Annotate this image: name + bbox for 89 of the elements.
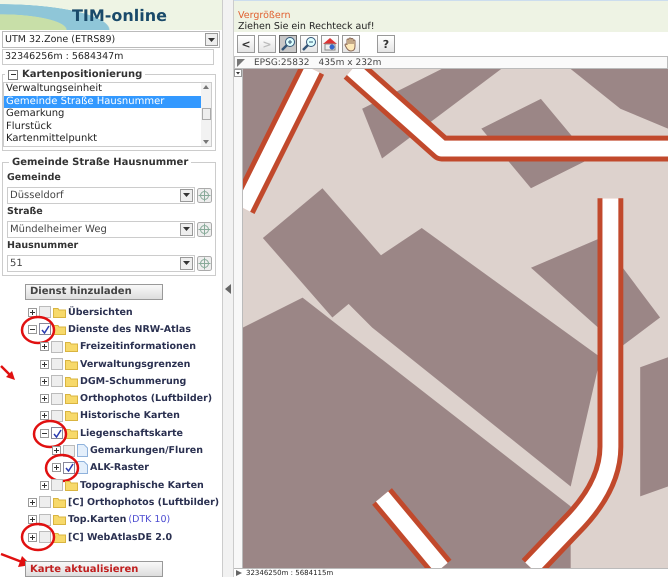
layer-checkbox[interactable]: [51, 358, 63, 370]
expander-icon[interactable]: [40, 376, 49, 386]
app-title: TIM-online: [72, 6, 167, 24]
layer-checkbox[interactable]: [39, 531, 51, 543]
expander-icon[interactable]: [28, 308, 37, 317]
layer-checkbox[interactable]: [39, 323, 51, 336]
folder-icon: [53, 306, 66, 318]
layer-checkbox[interactable]: [51, 410, 63, 422]
address-select[interactable]: Düsseldorf: [7, 186, 195, 204]
layer-label[interactable]: ALK-Raster: [90, 462, 149, 474]
expander-icon[interactable]: [40, 480, 49, 490]
collapse-arrow-icon[interactable]: [225, 284, 231, 294]
expander-icon[interactable]: [40, 411, 49, 420]
home-icon[interactable]: [321, 35, 339, 53]
panel-title: Gemeinde Straße Hausnummer: [12, 156, 188, 168]
expander-icon[interactable]: [28, 515, 37, 524]
collapse-icon[interactable]: [8, 70, 18, 80]
layer-checkbox[interactable]: [39, 306, 51, 318]
field-label: Straße: [7, 206, 44, 218]
expander-icon[interactable]: [40, 394, 49, 404]
layer-checkbox[interactable]: [51, 375, 63, 388]
layer-label[interactable]: Topographische Karten: [80, 480, 204, 491]
list-item[interactable]: Flurstück: [4, 120, 201, 133]
layer-label[interactable]: Top.Karten: [68, 514, 126, 526]
folder-icon: [65, 376, 78, 387]
layer-label[interactable]: Freizeitinformationen: [80, 341, 196, 352]
folder-icon: [65, 410, 78, 422]
folder-icon: [53, 496, 66, 508]
address-select[interactable]: 51: [7, 254, 195, 272]
map-crs: EPSG:25832: [254, 58, 310, 68]
expander-icon[interactable]: [40, 360, 49, 369]
corner-icon[interactable]: [237, 58, 245, 66]
list-item[interactable]: Verwaltungseinheit: [4, 83, 201, 96]
layer-checkbox[interactable]: [63, 444, 75, 457]
layer-label[interactable]: Übersichten: [68, 306, 133, 318]
layer-checkbox[interactable]: [51, 340, 63, 353]
map-extent: 435m x 232m: [318, 58, 382, 68]
collapse-icon[interactable]: [234, 69, 242, 77]
crs-select[interactable]: UTM 32.Zone (ETRS89): [2, 31, 220, 48]
expander-icon[interactable]: [52, 463, 61, 472]
annotation-arrow: [0, 365, 16, 381]
layer-checkbox[interactable]: [51, 392, 63, 405]
scroll-up-icon[interactable]: [203, 85, 209, 89]
layer-checkbox[interactable]: [51, 479, 63, 492]
layer-checkbox[interactable]: [63, 462, 75, 474]
folder-icon: [53, 514, 66, 526]
layer-label[interactable]: DGM-Schummerung: [80, 376, 186, 387]
add-service-button[interactable]: Dienst hinzuladen: [25, 284, 163, 300]
expander-icon[interactable]: [40, 428, 49, 438]
panel-title: Kartenpositionierung: [22, 69, 142, 80]
scrollbar[interactable]: [201, 83, 211, 146]
folder-icon: [65, 358, 78, 370]
list-item[interactable]: Gemarkung: [4, 108, 201, 120]
expander-icon[interactable]: [52, 446, 61, 456]
layer-label[interactable]: Gemarkungen/Fluren: [90, 445, 203, 456]
update-map-button[interactable]: Karte aktualisieren: [25, 561, 163, 577]
folder-icon: [65, 341, 78, 352]
tool-name: Vergrößern: [238, 10, 292, 21]
layer-label[interactable]: [C] Orthophotos (Luftbilder): [68, 496, 220, 508]
list-item[interactable]: Kartenmittelpunkt: [4, 133, 201, 146]
layer-label[interactable]: Orthophotos (Luftbilder): [80, 393, 212, 404]
help-button[interactable]: ?: [377, 35, 395, 53]
hand-icon[interactable]: [342, 35, 360, 53]
coordinate-field[interactable]: 32346256m : 5684347m: [2, 49, 214, 65]
layer-label[interactable]: [C] WebAtlasDE 2.0: [68, 532, 172, 542]
folder-icon: [65, 393, 78, 404]
layer-label[interactable]: Historische Karten: [80, 410, 180, 422]
zoom-in-icon[interactable]: [279, 35, 297, 53]
corner-icon: [236, 570, 242, 576]
layer-note: (DTK 10): [128, 514, 170, 526]
layer-checkbox[interactable]: [39, 514, 51, 526]
nav-button[interactable]: <: [237, 35, 255, 53]
scroll-down-icon[interactable]: [203, 140, 209, 144]
expander-icon[interactable]: [28, 532, 37, 542]
field-label: Gemeinde: [7, 172, 62, 184]
layer-checkbox[interactable]: [51, 427, 63, 440]
layer-label[interactable]: Verwaltungsgrenzen: [80, 358, 190, 370]
zoom-out-icon[interactable]: [300, 35, 318, 53]
expander-icon[interactable]: [28, 498, 37, 507]
layer-checkbox[interactable]: [39, 496, 51, 508]
expander-icon[interactable]: [40, 342, 49, 352]
folder-icon: [65, 480, 78, 491]
hint-message: Ziehen Sie ein Rechteck auf!: [238, 21, 376, 32]
address-select[interactable]: Mündelheimer Weg: [7, 220, 195, 238]
layer-label[interactable]: Dienste des NRW-Atlas: [68, 324, 191, 335]
expander-icon[interactable]: [28, 324, 37, 334]
field-label: Hausnummer: [7, 240, 80, 252]
document-icon: [77, 444, 88, 458]
layer-label[interactable]: Liegenschaftskarte: [80, 428, 183, 439]
